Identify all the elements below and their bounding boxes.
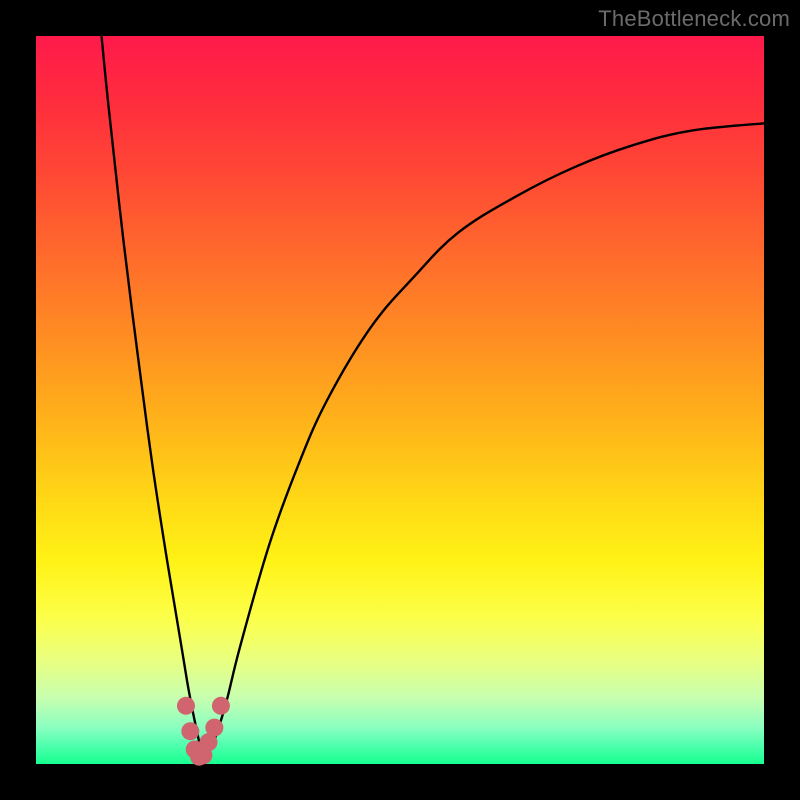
highlight-marker <box>212 697 230 715</box>
curve-layer <box>102 36 764 759</box>
curve-svg <box>36 36 764 764</box>
watermark-text: TheBottleneck.com <box>598 6 790 32</box>
highlight-marker <box>205 719 223 737</box>
marker-layer <box>177 697 230 766</box>
plot-area <box>36 36 764 764</box>
chart-frame: TheBottleneck.com <box>0 0 800 800</box>
highlight-marker <box>181 722 199 740</box>
bottleneck-curve <box>102 36 764 759</box>
highlight-marker <box>177 697 195 715</box>
